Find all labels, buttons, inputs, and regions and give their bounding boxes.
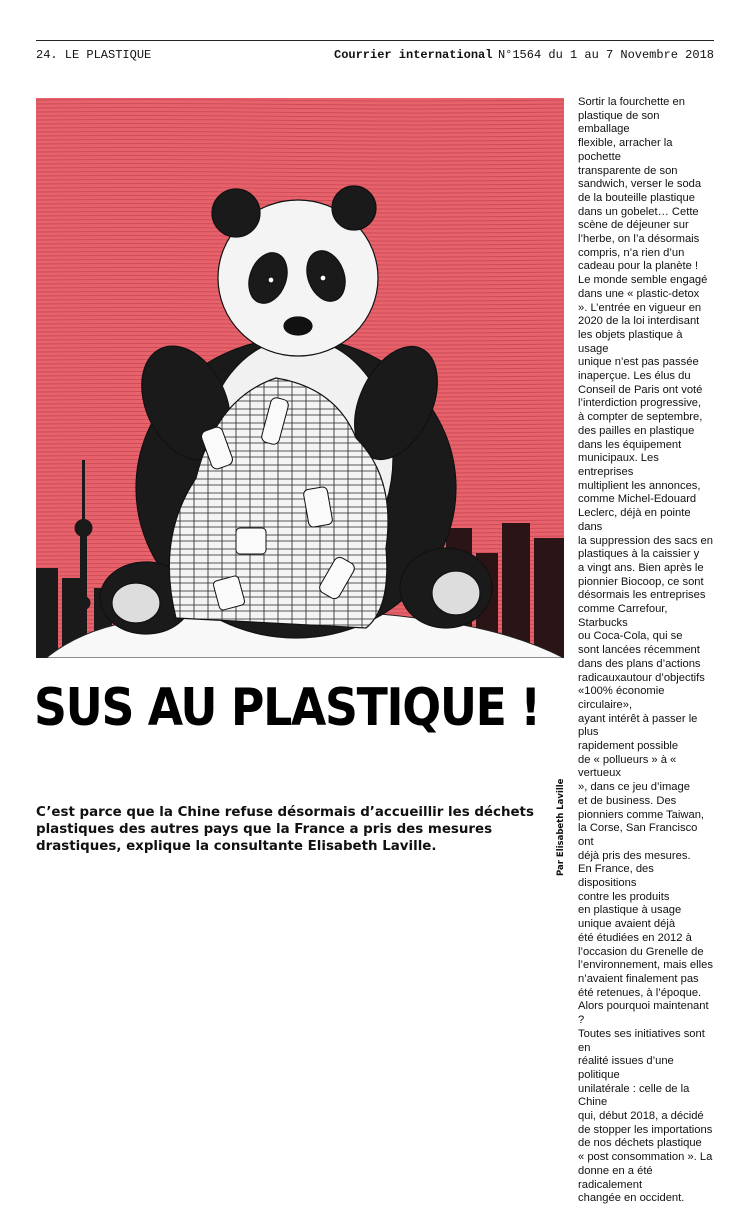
panda-illustration — [36, 98, 564, 658]
article-headline: SUS AU PLASTIQUE ! — [34, 678, 541, 738]
article-body: Sortir la fourchette en plastique de son… — [578, 96, 713, 1205]
article-deck: C’est parce que la Chine refuse désormai… — [36, 805, 534, 854]
header-rule — [36, 40, 714, 41]
publication-name: Courrier international — [334, 48, 493, 62]
section-label: 24. LE PLASTIQUE — [36, 48, 152, 62]
page-header: 24. LE PLASTIQUE Courrier international … — [36, 48, 714, 66]
illustration-credit: Par Elisabeth Laville — [556, 778, 566, 876]
issue-info: N°1564 du 1 au 7 Novembre 2018 — [497, 48, 714, 62]
